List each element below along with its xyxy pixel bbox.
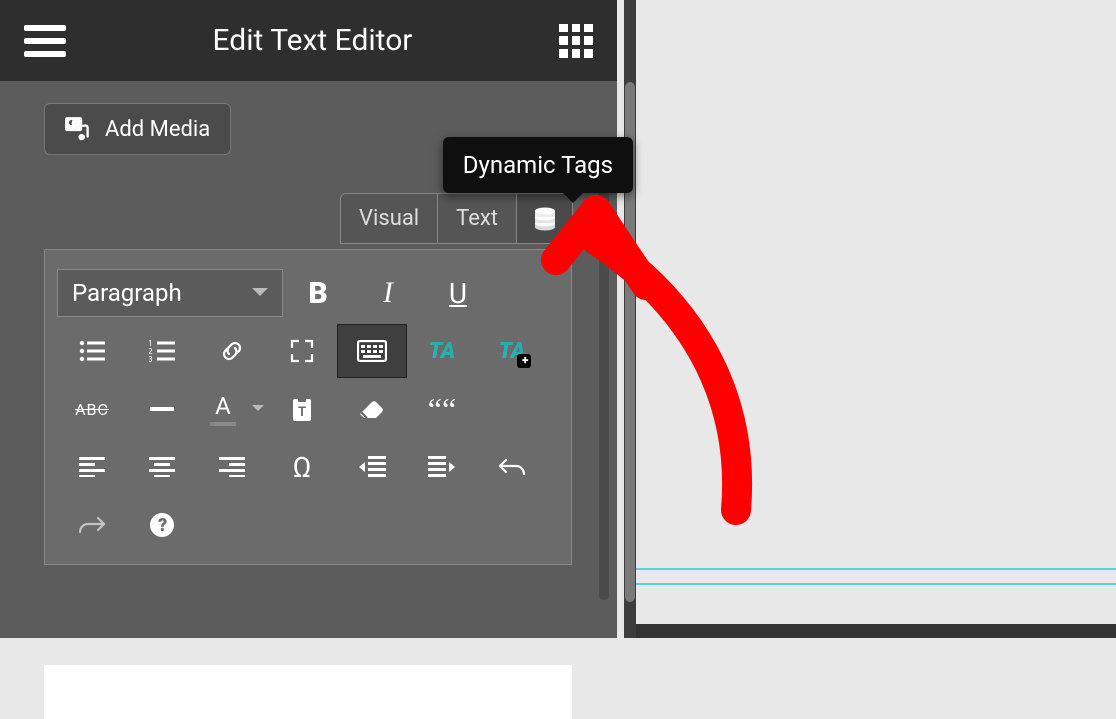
align-center-icon	[149, 457, 175, 477]
editor-content-area[interactable]	[44, 665, 572, 719]
hr-icon	[150, 407, 174, 411]
italic-button[interactable]: I	[353, 264, 423, 322]
blockquote-button[interactable]: ““	[407, 382, 477, 436]
fullscreen-button[interactable]	[267, 324, 337, 378]
indent-button[interactable]	[407, 440, 477, 494]
svg-text:T: T	[298, 405, 306, 420]
media-icon	[65, 116, 93, 142]
keyboard-icon	[357, 340, 387, 362]
inner-scrollbar[interactable]	[599, 168, 609, 600]
horizontal-rule-button[interactable]	[127, 382, 197, 436]
special-character-button[interactable]: Ω	[267, 440, 337, 494]
ta-icon: TA	[429, 339, 456, 364]
text-color-dropdown[interactable]	[249, 401, 267, 417]
clear-formatting-button[interactable]	[337, 382, 407, 436]
help-icon: ?	[149, 512, 175, 538]
chevron-down-icon	[252, 405, 264, 417]
redo-icon	[78, 515, 106, 535]
panel-title: Edit Text Editor	[213, 23, 413, 58]
clipboard-icon: T	[291, 396, 313, 422]
toolbar-toggle-button[interactable]	[337, 324, 407, 378]
ta-button-2[interactable]: TA	[477, 324, 547, 378]
numbered-list-icon: 123	[149, 340, 175, 362]
svg-text:?: ?	[158, 515, 167, 536]
tab-visual[interactable]: Visual	[341, 194, 437, 243]
editor-panel: Edit Text Editor Add Media Dynamic Tags …	[0, 0, 617, 638]
bold-button[interactable]: B	[283, 264, 353, 322]
canvas-footer	[636, 624, 1116, 638]
link-icon	[218, 337, 246, 365]
database-icon	[534, 207, 556, 231]
chevron-down-icon	[252, 288, 268, 304]
outdent-icon	[358, 456, 386, 478]
bullet-list-icon	[79, 340, 105, 362]
panel-header: Edit Text Editor	[0, 0, 617, 81]
align-left-icon	[79, 457, 105, 477]
redo-button[interactable]	[57, 498, 127, 552]
guide-line	[636, 583, 1116, 585]
ta-plus-icon: TA	[499, 339, 526, 364]
help-button[interactable]: ?	[127, 498, 197, 552]
undo-button[interactable]	[477, 440, 547, 494]
preview-canvas	[636, 0, 1116, 638]
panel-body: Add Media Dynamic Tags Visual Text Parag…	[0, 81, 617, 155]
align-right-button[interactable]	[197, 440, 267, 494]
format-select[interactable]: Paragraph	[57, 269, 283, 317]
panel-scrollbar[interactable]	[624, 0, 636, 638]
indent-icon	[428, 456, 456, 478]
wysiwyg-toolbar: Paragraph B I U 123 TA TA ABC A	[44, 249, 572, 565]
apps-grid-icon[interactable]	[559, 24, 593, 58]
bullet-list-button[interactable]	[57, 324, 127, 378]
numbered-list-button[interactable]: 123	[127, 324, 197, 378]
editor-tabs: Visual Text	[340, 193, 573, 244]
underline-button[interactable]: U	[423, 264, 493, 322]
eraser-icon	[358, 398, 386, 420]
format-select-label: Paragraph	[72, 279, 182, 307]
align-center-button[interactable]	[127, 440, 197, 494]
link-button[interactable]	[197, 324, 267, 378]
dynamic-tags-tooltip: Dynamic Tags	[443, 137, 633, 193]
expand-icon	[290, 339, 314, 363]
text-color-button[interactable]: A	[197, 382, 249, 436]
align-right-icon	[219, 457, 245, 477]
tab-text[interactable]: Text	[437, 194, 516, 243]
ta-button-1[interactable]: TA	[407, 324, 477, 378]
undo-icon	[498, 457, 526, 477]
strikethrough-button[interactable]: ABC	[57, 382, 127, 436]
text-color-icon: A	[210, 392, 236, 426]
paste-text-button[interactable]: T	[267, 382, 337, 436]
add-media-button[interactable]: Add Media	[44, 103, 231, 155]
menu-icon[interactable]	[24, 25, 66, 57]
outdent-button[interactable]	[337, 440, 407, 494]
align-left-button[interactable]	[57, 440, 127, 494]
add-media-label: Add Media	[105, 117, 210, 142]
guide-line	[636, 568, 1116, 570]
svg-text:3: 3	[149, 355, 153, 362]
